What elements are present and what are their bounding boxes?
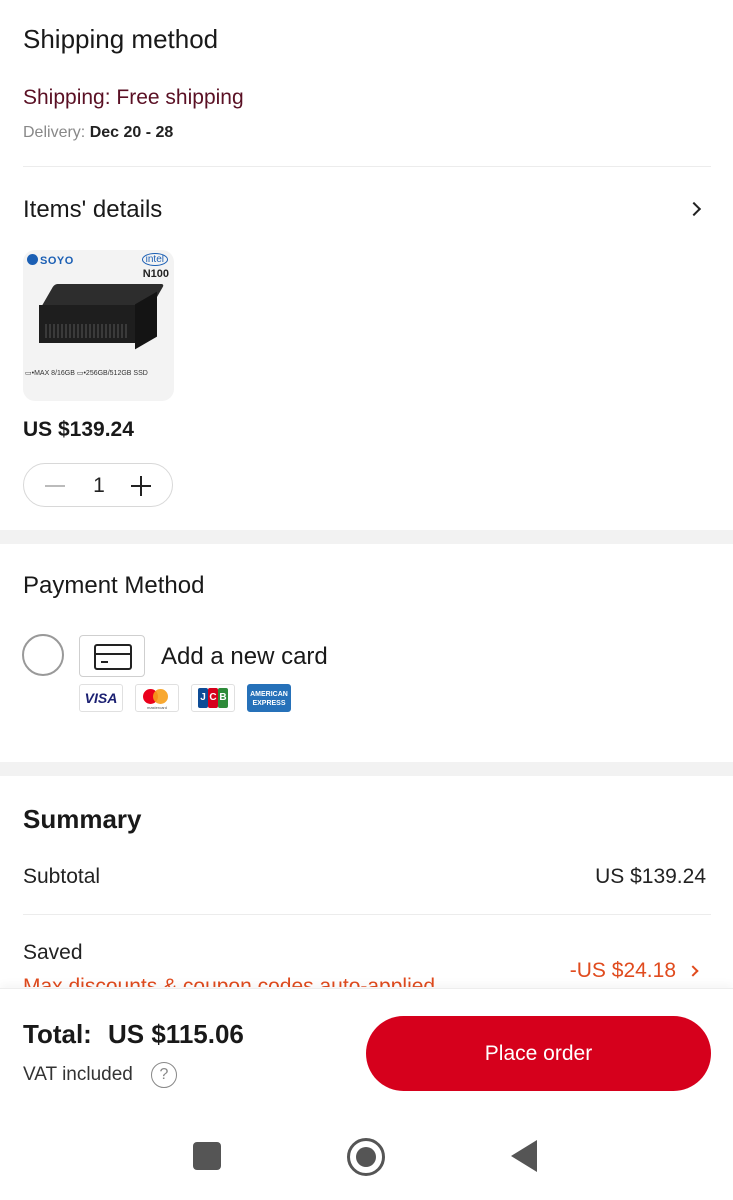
help-icon[interactable]: ?	[151, 1062, 177, 1088]
amex-icon: AMERICAN EXPRESS	[247, 684, 291, 712]
total-label: Total:	[23, 1019, 92, 1049]
credit-card-icon	[79, 635, 145, 677]
delivery-dates: Dec 20 - 28	[89, 124, 174, 141]
items-title[interactable]: Items' details	[23, 196, 162, 224]
checkout-bar: Total: US $115.06 VAT included ? Place o…	[0, 988, 733, 1110]
product-price: US $139.24	[23, 418, 134, 441]
vat-label: VAT included	[23, 1064, 133, 1085]
place-order-button[interactable]: Place order	[366, 1016, 711, 1091]
soyo-logo: SOYO	[27, 254, 74, 267]
quantity-stepper[interactable]: 1	[23, 463, 173, 507]
summary-title: Summary	[23, 804, 142, 834]
minus-icon[interactable]	[45, 485, 65, 487]
total-value: US $115.06	[108, 1019, 244, 1049]
shipping-section: Shipping method Shipping: Free shipping …	[0, 0, 733, 168]
home-icon[interactable]	[347, 1138, 385, 1176]
chevron-right-icon[interactable]	[686, 201, 702, 217]
delivery-label: Delivery:	[23, 124, 86, 141]
payment-title: Payment Method	[23, 572, 205, 599]
chevron-right-icon[interactable]	[687, 965, 699, 977]
subtotal-value: US $139.24	[595, 865, 706, 888]
spec-text: ▭•MAX 8/16GB ▭•256GB/512GB SSD	[25, 370, 148, 377]
quantity-value: 1	[93, 474, 105, 497]
recents-icon[interactable]	[193, 1142, 221, 1170]
subtotal-label: Subtotal	[23, 865, 101, 888]
summary-section: Summary Subtotal US $139.24 Saved -US $2…	[0, 776, 733, 988]
system-nav-bar	[0, 1110, 733, 1200]
shipping-option[interactable]: Shipping: Free shipping	[23, 86, 244, 110]
saved-label: Saved	[23, 941, 83, 964]
mastercard-icon: mastercard	[135, 684, 179, 712]
divider	[23, 166, 711, 167]
divider	[23, 914, 711, 915]
delivery-info: Delivery: Dec 20 - 28	[23, 124, 173, 142]
section-gap	[0, 762, 733, 776]
saved-value[interactable]: -US $24.18	[570, 959, 676, 983]
section-gap	[0, 530, 733, 544]
product-image[interactable]: SOYO intel N100 ▭•MAX 8/16GB ▭•256GB/512…	[23, 250, 174, 401]
back-icon[interactable]	[511, 1140, 537, 1172]
visa-icon: VISA	[79, 684, 123, 712]
intel-logo: intel	[141, 253, 168, 266]
card-radio[interactable]	[22, 634, 64, 676]
saved-subtext: Max discounts & coupon codes auto-applie…	[23, 975, 436, 987]
mini-pc-vents	[45, 324, 127, 338]
shipping-title: Shipping method	[23, 24, 219, 54]
cpu-label: N100	[142, 268, 169, 280]
add-card-label[interactable]: Add a new card	[161, 643, 328, 671]
jcb-icon: JCB	[191, 684, 235, 712]
